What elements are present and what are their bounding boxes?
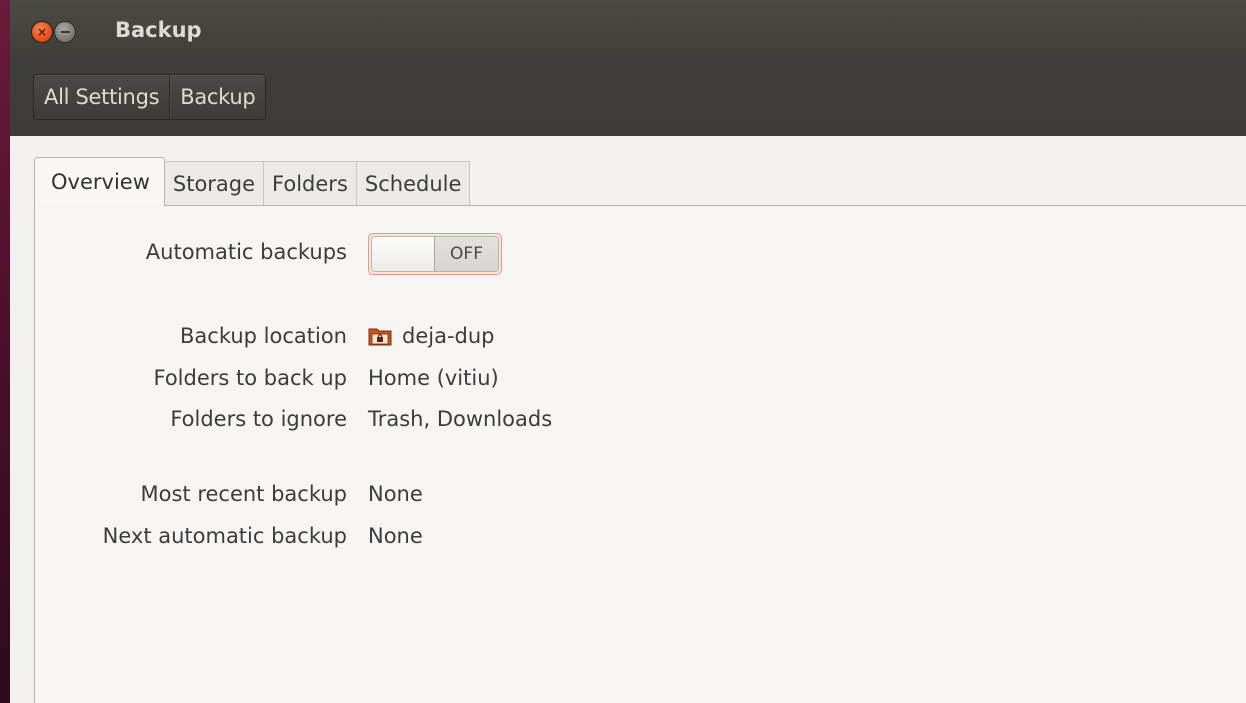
folders-to-back-up-value: Home (vitiu) <box>368 366 499 390</box>
switch-knob <box>372 237 435 271</box>
backup-location-text: deja-dup <box>402 324 495 348</box>
minimize-window-button[interactable] <box>55 22 75 42</box>
breadcrumb-backup[interactable]: Backup <box>169 75 265 119</box>
window-title: Backup <box>115 18 202 42</box>
switch-track: OFF <box>371 236 499 272</box>
main-content: Overview Storage Folders Schedule Automa… <box>10 136 1246 703</box>
title-bar: × Backup <box>10 0 1246 62</box>
switch-state-label: OFF <box>435 237 498 271</box>
toolbar: All Settings Backup <box>10 62 1246 136</box>
automatic-backups-label: Automatic backups <box>145 240 347 264</box>
most-recent-backup-label: Most recent backup <box>140 482 348 506</box>
folders-to-back-up-label: Folders to back up <box>153 366 348 390</box>
folder-icon <box>368 326 392 346</box>
breadcrumb-all-settings[interactable]: All Settings <box>34 75 169 119</box>
folders-to-ignore-label: Folders to ignore <box>170 407 347 431</box>
most-recent-backup-value: None <box>368 482 423 506</box>
folders-to-ignore-value: Trash, Downloads <box>368 407 553 431</box>
tab-storage[interactable]: Storage <box>164 161 265 206</box>
minimize-icon <box>60 31 70 33</box>
backup-location-value: deja-dup <box>368 324 495 348</box>
automatic-backups-switch[interactable]: OFF <box>368 233 502 275</box>
notebook: Overview Storage Folders Schedule Automa… <box>34 156 1246 703</box>
next-automatic-backup-label: Next automatic backup <box>102 524 347 548</box>
close-window-button[interactable]: × <box>32 22 52 42</box>
breadcrumb: All Settings Backup <box>33 74 267 120</box>
overview-page: Automatic backups OFF Backup location de… <box>34 205 1246 703</box>
tab-schedule[interactable]: Schedule <box>356 161 471 206</box>
backup-window: × Backup All Settings Backup Overview St… <box>10 0 1246 703</box>
tab-bar: Overview Storage Folders Schedule <box>34 156 471 206</box>
tab-folders[interactable]: Folders <box>264 161 357 206</box>
tab-overview[interactable]: Overview <box>34 157 165 206</box>
next-automatic-backup-value: None <box>368 524 423 548</box>
backup-location-label: Backup location <box>180 324 347 348</box>
close-icon: × <box>36 25 48 39</box>
